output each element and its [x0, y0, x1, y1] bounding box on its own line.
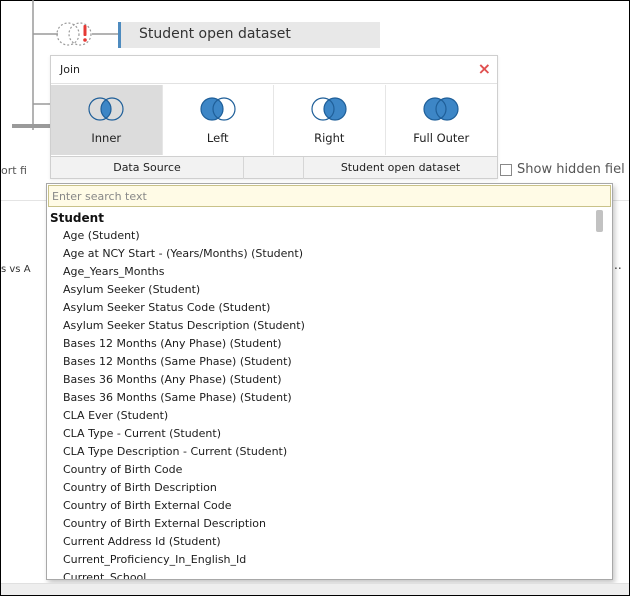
list-item[interactable]: CLA Ever (Student)	[47, 407, 592, 425]
inner-join-icon	[88, 97, 124, 121]
join-title-bar: Join ×	[51, 56, 497, 84]
join-type-right[interactable]: Right	[274, 85, 386, 155]
join-type-full-outer[interactable]: Full Outer	[386, 85, 498, 155]
list-item[interactable]: Current_School	[47, 569, 592, 579]
list-item[interactable]: Country of Birth Code	[47, 461, 592, 479]
dataset-node[interactable]: Student open dataset	[118, 22, 380, 48]
list-item[interactable]: Asylum Seeker Status Description (Studen…	[47, 317, 592, 335]
full-outer-join-label: Full Outer	[413, 131, 470, 145]
close-icon[interactable]: ×	[478, 59, 491, 79]
list-item[interactable]: Bases 36 Months (Same Phase) (Student)	[47, 389, 592, 407]
operator-column-header	[244, 157, 304, 179]
list-item[interactable]: Country of Birth External Code	[47, 497, 592, 515]
join-title: Join	[60, 63, 81, 76]
show-hidden-checkbox[interactable]	[500, 164, 512, 176]
list-item[interactable]: Age at NCY Start - (Years/Months) (Stude…	[47, 245, 592, 263]
full-outer-join-icon	[422, 97, 459, 121]
list-item[interactable]: Country of Birth Description	[47, 479, 592, 497]
flow-connector	[12, 124, 52, 128]
field-search-input[interactable]: Enter search text	[48, 185, 611, 207]
inner-join-label: Inner	[91, 131, 122, 145]
list-item[interactable]: Bases 12 Months (Any Phase) (Student)	[47, 335, 592, 353]
ellipsis-fragment: ..	[614, 258, 622, 272]
list-item[interactable]: Age (Student)	[47, 227, 592, 245]
list-item[interactable]: Bases 12 Months (Same Phase) (Student)	[47, 353, 592, 371]
list-item[interactable]: Bases 36 Months (Any Phase) (Student)	[47, 371, 592, 389]
import-fields-fragment: ort fi	[1, 164, 27, 177]
join-clause-header: Data Source Student open dataset	[51, 156, 497, 179]
clause-fragment: s vs A	[1, 264, 31, 275]
left-join-label: Left	[206, 131, 229, 145]
right-join-icon	[311, 97, 347, 121]
field-list: Student Age (Student) Age at NCY Start -…	[47, 210, 592, 579]
right-join-label: Right	[314, 131, 345, 145]
list-item[interactable]: Asylum Seeker Status Code (Student)	[47, 299, 592, 317]
join-type-selector: Inner Left Right Full Outer	[51, 85, 497, 155]
field-list-scrollbar[interactable]	[596, 210, 603, 232]
list-item[interactable]: CLA Type Description - Current (Student)	[47, 443, 592, 461]
list-item[interactable]: Country of Birth External Description	[47, 515, 592, 533]
join-type-inner[interactable]: Inner	[51, 85, 163, 155]
left-join-icon	[199, 97, 236, 121]
list-item[interactable]: Current_Proficiency_In_English_Id	[47, 551, 592, 569]
join-panel: Join × Inner Left Right Full Outer Data …	[50, 55, 498, 179]
list-item[interactable]: CLA Type - Current (Student)	[47, 425, 592, 443]
bottom-status-strip	[1, 583, 629, 595]
list-item[interactable]: Current Address Id (Student)	[47, 533, 592, 551]
field-picker-dropdown: Enter search text Student Age (Student) …	[46, 183, 613, 580]
show-hidden-label: Show hidden fiel	[517, 162, 625, 177]
list-item[interactable]: Asylum Seeker (Student)	[47, 281, 592, 299]
warning-exclamation-icon	[83, 25, 87, 42]
list-item[interactable]: Age_Years_Months	[47, 263, 592, 281]
target-column-header: Student open dataset	[340, 161, 461, 174]
data-source-column-header: Data Source	[51, 157, 244, 179]
field-group-header[interactable]: Student	[47, 210, 592, 227]
join-type-left[interactable]: Left	[163, 85, 274, 155]
